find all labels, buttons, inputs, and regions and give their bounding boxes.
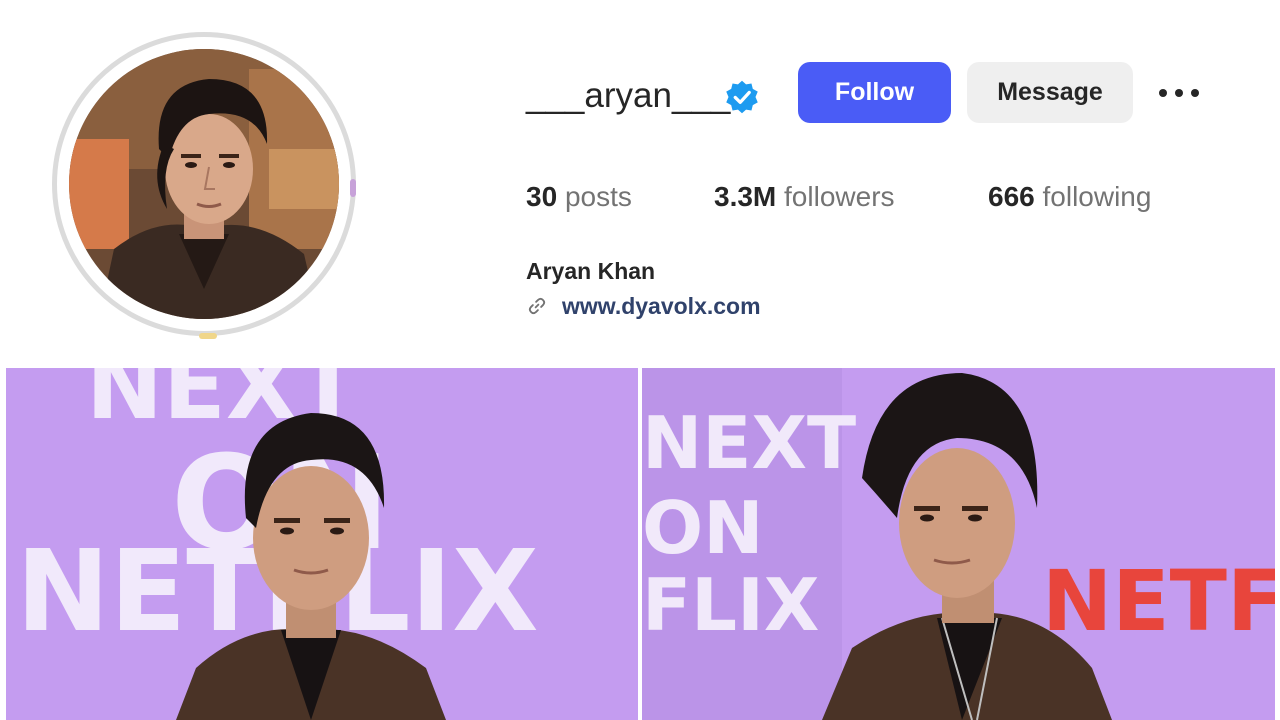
stat-following[interactable]: 666 following	[988, 178, 1151, 216]
more-dot	[1191, 89, 1199, 97]
avatar-photo	[69, 49, 339, 319]
post-thumbnail-1[interactable]: NEXT ON NETFLIX	[6, 368, 638, 720]
backdrop-text: FLIX	[642, 563, 819, 647]
netflix-backdrop-text: NETFL	[1042, 552, 1275, 650]
followers-label: followers	[784, 181, 895, 212]
post-thumbnail-2[interactable]: NEXT ON FLIX NETFL	[642, 368, 1275, 720]
backdrop-text: NEXT	[642, 401, 856, 485]
posts-label: posts	[564, 181, 632, 212]
more-dot	[1175, 89, 1183, 97]
profile-username: ___aryan___	[526, 76, 731, 115]
verified-badge-icon	[726, 80, 758, 114]
link-icon	[528, 297, 546, 315]
more-dot	[1159, 89, 1167, 97]
following-count: 666	[988, 181, 1035, 212]
avatar-ring-accent	[350, 179, 356, 197]
message-button[interactable]: Message	[967, 62, 1133, 123]
stat-posts: 30 posts	[526, 178, 632, 216]
avatar-ring-accent	[199, 333, 217, 339]
profile-avatar[interactable]	[52, 32, 356, 339]
following-label: following	[1042, 181, 1152, 212]
website-url: www.dyavolx.com	[562, 292, 761, 319]
follow-button[interactable]: Follow	[798, 62, 951, 123]
profile-website-link[interactable]: www.dyavolx.com	[526, 291, 761, 321]
followers-count: 3.3M	[714, 181, 777, 212]
backdrop-text: ON	[642, 486, 763, 570]
profile-full-name: Aryan Khan	[526, 258, 656, 284]
posts-count: 30	[526, 181, 558, 212]
more-options-icon[interactable]	[1156, 82, 1202, 104]
stat-followers[interactable]: 3.3M followers	[714, 178, 895, 216]
